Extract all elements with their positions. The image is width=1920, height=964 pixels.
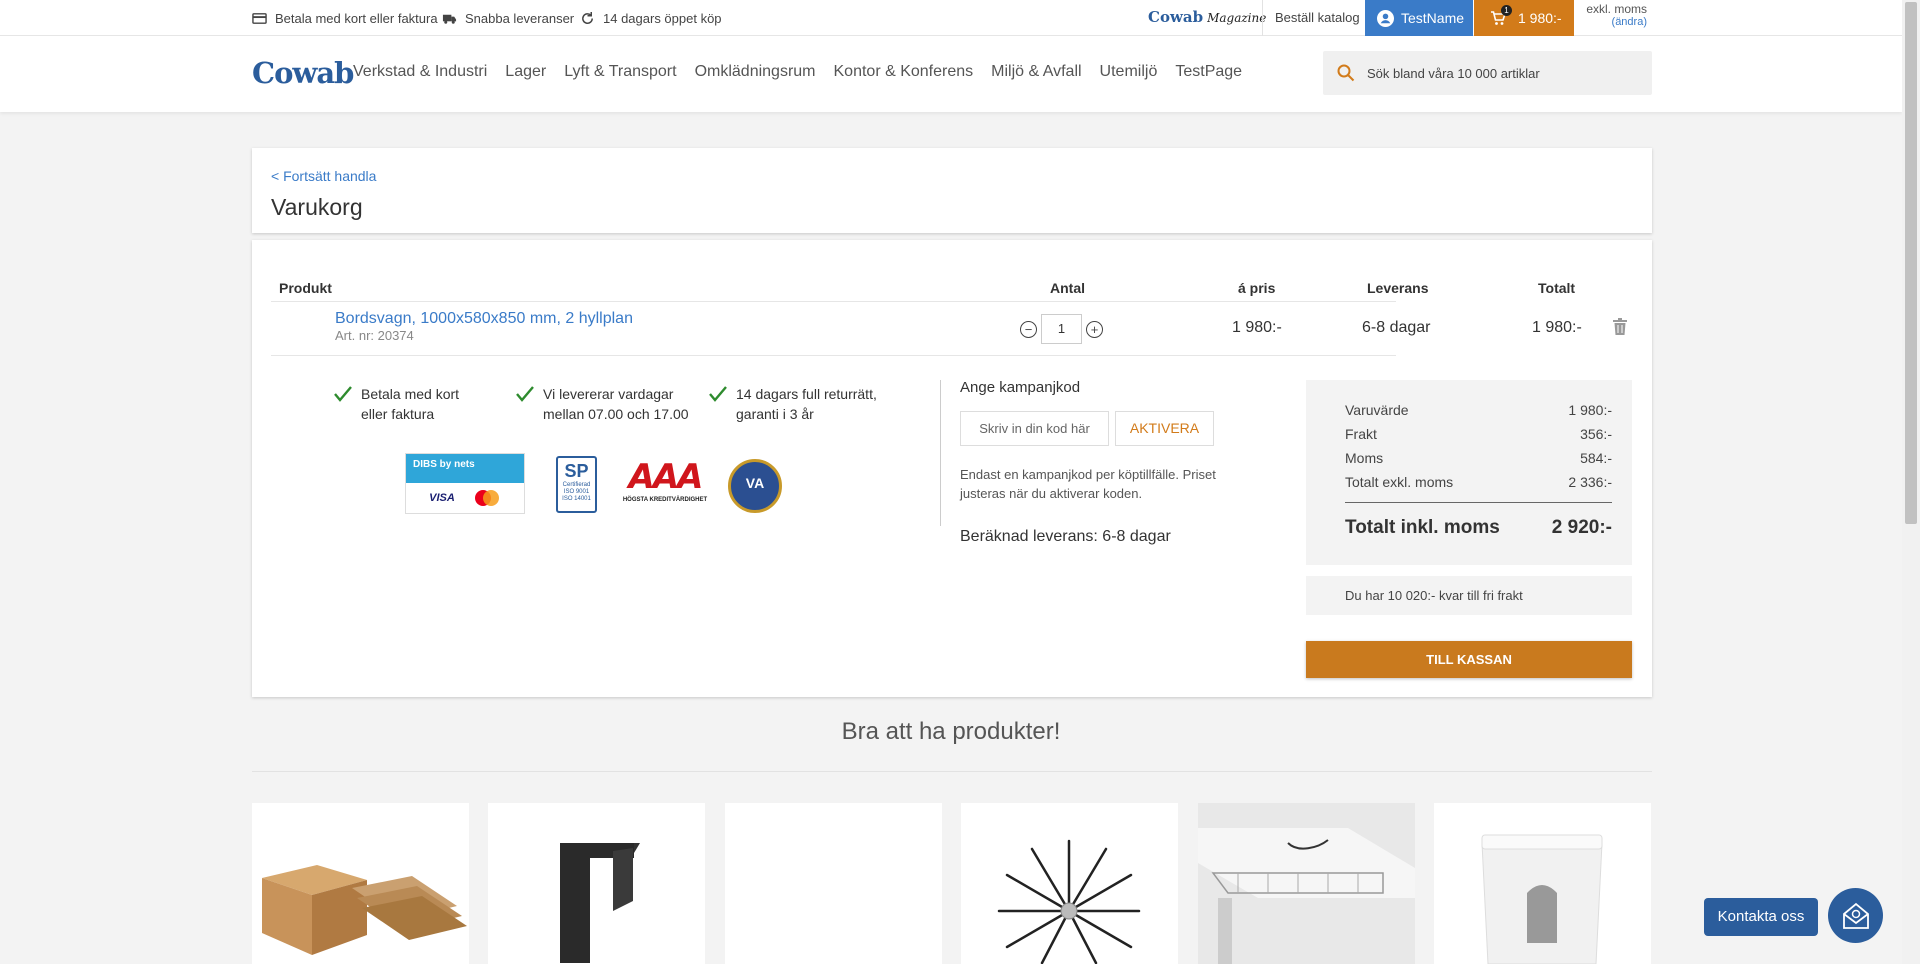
usp-payment: Betala med kort eller faktura [252, 0, 438, 36]
free-shipping-notice: Du har 10 020:- kvar till fri frakt [1306, 576, 1632, 615]
divider [940, 380, 941, 526]
summary-row: Varuvärde 1 980:- [1345, 402, 1612, 418]
increase-qty-button[interactable]: + [1086, 320, 1103, 338]
main-header: Cowab Verkstad & Industri Lager Lyft & T… [0, 36, 1902, 112]
product-card[interactable] [1434, 803, 1651, 964]
cart-panel: Produkt Antal á pris Leverans Totalt Bor… [252, 240, 1652, 697]
order-catalog-link[interactable]: Beställ katalog [1275, 0, 1360, 36]
line-total: 1 980:- [1532, 319, 1582, 336]
column-header-price: á pris [1238, 280, 1276, 296]
usp-returns: 14 dagars öppet köp [580, 0, 722, 36]
activate-campaign-button[interactable]: AKTIVERA [1115, 411, 1214, 446]
search-input[interactable]: Sök bland våra 10 000 artiklar [1323, 51, 1652, 95]
decrease-qty-button[interactable]: − [1020, 320, 1037, 338]
product-card[interactable] [488, 803, 705, 964]
divider [1345, 502, 1612, 503]
product-card[interactable] [1198, 803, 1415, 964]
nav-item-lager[interactable]: Lager [505, 63, 546, 81]
quantity-stepper: − 1 + [1020, 314, 1103, 344]
summary-row: Frakt 356:- [1345, 426, 1612, 442]
checkmark-icon [709, 386, 727, 402]
vat-toggle[interactable]: exkl. moms (ändra) [1585, 3, 1647, 29]
nav-item-testpage[interactable]: TestPage [1175, 63, 1242, 81]
credit-card-icon [252, 12, 267, 24]
wall-clock-image [997, 839, 1141, 964]
campaign-code-input[interactable]: Skriv in din kod här [960, 411, 1109, 446]
summary-total: Totalt inkl. moms 2 920:- [1345, 517, 1612, 538]
cart-title-panel: < Fortsätt handla Varukorg [252, 148, 1652, 233]
checkmark-icon [516, 386, 534, 402]
check-item-returns: 14 dagars full returrätt, garanti i 3 år [708, 384, 883, 424]
remove-item-button[interactable] [1613, 318, 1627, 340]
related-products-title: Bra att ha produkter! [841, 718, 1061, 745]
delivery-time: 6-8 dagar [1362, 319, 1431, 336]
page-scrollbar[interactable] [1902, 0, 1920, 964]
check-item-delivery: Vi levererar vardagar mellan 07.00 och 1… [515, 384, 690, 424]
quantity-input[interactable]: 1 [1041, 314, 1082, 344]
nav-item-kontor[interactable]: Kontor & Konferens [834, 63, 974, 81]
mastercard-logo [474, 490, 499, 506]
visa-logo: VISA [429, 492, 455, 504]
paper-shredder-image [1481, 834, 1603, 964]
page-title: Varukorg [271, 194, 363, 220]
main-nav: Verkstad & Industri Lager Lyft & Transpo… [353, 63, 1260, 81]
column-header-qty: Antal [1050, 280, 1085, 296]
column-header-total: Totalt [1538, 280, 1576, 296]
estimated-delivery: Beräknad leverans: 6-8 dagar [960, 528, 1171, 545]
divider [271, 355, 1396, 356]
truck-icon [442, 14, 457, 24]
mini-cart-button[interactable]: 1 1 980:- [1474, 0, 1574, 36]
logo[interactable]: Cowab [252, 56, 354, 90]
user-account-button[interactable]: TestName [1365, 0, 1473, 36]
cart-count-badge: 1 [1501, 5, 1512, 16]
order-summary: Varuvärde 1 980:- Frakt 356:- Moms 584:- To… [1306, 380, 1632, 565]
trash-icon [1613, 318, 1627, 335]
user-icon [1377, 9, 1394, 27]
top-bar: Betala med kort eller faktura Snabba lev… [0, 0, 1902, 36]
divider [252, 771, 1652, 772]
checkout-button[interactable]: TILL KASSAN [1306, 641, 1632, 678]
vat-change-link[interactable]: (ändra) [1585, 16, 1647, 29]
sp-certified-logo: SP Certifierad ISO 9001 ISO 14001 [556, 456, 597, 513]
cable-tray-desk-image [1198, 803, 1415, 964]
refresh-icon [582, 11, 593, 24]
nav-item-omkladningsrum[interactable]: Omklädningsrum [695, 63, 816, 81]
campaign-note: Endast en kampanjkod per köptillfälle. P… [960, 467, 1216, 501]
column-header-product: Produkt [279, 280, 332, 296]
product-card[interactable] [725, 803, 942, 964]
mail-icon [1842, 902, 1869, 929]
nav-item-lyft[interactable]: Lyft & Transport [564, 63, 676, 81]
check-item-payment: Betala med kort eller faktura [333, 384, 483, 424]
cart-total: 1 980:- [1518, 10, 1562, 26]
dibs-payment-logo: DIBS by nets VISA [405, 453, 525, 514]
product-card[interactable] [252, 803, 469, 964]
cpu-holder-image [560, 843, 640, 963]
summary-row: Totalt exkl. moms 2 336:- [1345, 474, 1612, 490]
column-header-delivery: Leverans [1367, 280, 1429, 296]
product-card[interactable] [961, 803, 1178, 964]
summary-row: Moms 584:- [1345, 450, 1612, 466]
usp-delivery: Snabba leveranser [442, 0, 574, 36]
unit-price: 1 980:- [1232, 319, 1282, 336]
nav-item-miljo[interactable]: Miljö & Avfall [991, 63, 1081, 81]
magazine-link[interactable]: Cowab Magazine [1148, 8, 1266, 26]
contact-us-button[interactable]: Kontakta oss [1704, 898, 1818, 936]
article-number: Art. nr: 20374 [335, 328, 414, 343]
va-certification-logo: VA [728, 459, 782, 513]
product-name-link[interactable]: Bordsvagn, 1000x580x850 mm, 2 hyllplan [335, 310, 633, 328]
cardboard-boxes-image [262, 865, 467, 955]
nav-item-verkstad[interactable]: Verkstad & Industri [353, 63, 487, 81]
divider [271, 301, 1396, 302]
divider [1262, 0, 1263, 36]
continue-shopping-link[interactable]: < Fortsätt handla [271, 168, 376, 184]
nav-item-utemiljo[interactable]: Utemiljö [1100, 63, 1158, 81]
contact-chat-button[interactable] [1828, 888, 1883, 943]
checkmark-icon [334, 386, 352, 402]
aaa-credit-rating-logo: AAA HÖGSTA KREDITVÄRDIGHET [622, 457, 708, 503]
campaign-title: Ange kampanjkod [960, 379, 1081, 396]
search-icon [1337, 64, 1355, 82]
scrollbar-thumb[interactable] [1905, 2, 1917, 524]
